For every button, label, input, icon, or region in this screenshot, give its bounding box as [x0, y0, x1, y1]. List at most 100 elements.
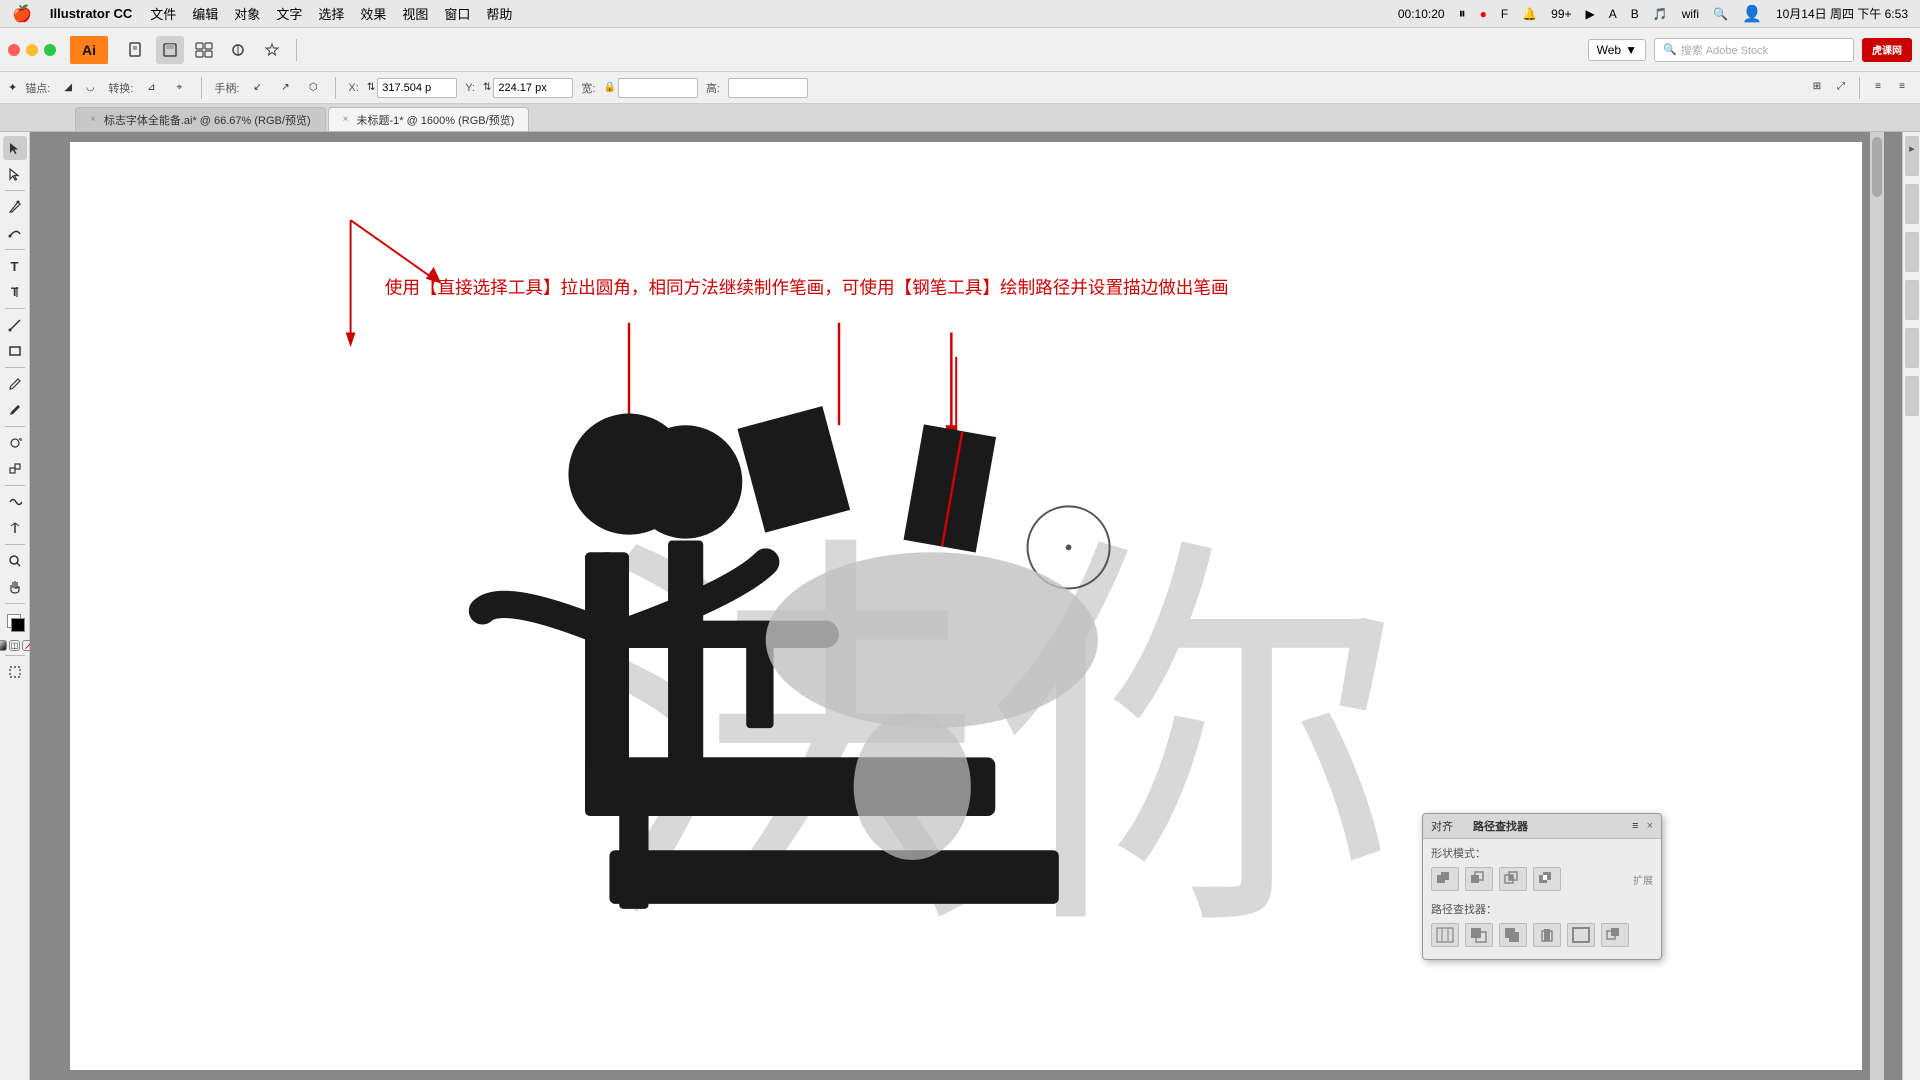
pause-icon[interactable]: ⏸ — [1459, 5, 1466, 22]
align-panel-title[interactable]: 对齐 — [1431, 818, 1453, 834]
tool-sep-5 — [5, 426, 25, 427]
curvature-tool-btn[interactable] — [3, 221, 27, 245]
right-panel-btn-4[interactable] — [1905, 280, 1919, 320]
w-input[interactable] — [618, 78, 698, 98]
canvas-area[interactable]: 使用【直接选择工具】拉出圆角，相同方法继续制作笔画，可使用【钢笔工具】绘制路径并… — [30, 132, 1902, 1080]
web-dropdown[interactable]: Web ▼ — [1588, 39, 1646, 61]
notification-icon[interactable]: 🔔 — [1522, 7, 1537, 21]
transform-btn-1[interactable]: ⊿ — [141, 78, 161, 98]
more-options-btn[interactable]: ≡ — [1892, 77, 1912, 97]
screen-icon[interactable]: F — [1501, 7, 1508, 21]
rotate-tool-btn[interactable] — [3, 431, 27, 455]
save-btn[interactable] — [156, 36, 184, 64]
crop-btn[interactable] — [1533, 923, 1561, 947]
unite-btn[interactable] — [1431, 867, 1459, 891]
minus-back-btn[interactable] — [1601, 923, 1629, 947]
y-input-wrapper: ⇅ — [483, 78, 573, 98]
transform-options-btn[interactable]: ⊞ — [1807, 77, 1827, 97]
tab-label-0: 标志字体全能备.ai* @ 66.67% (RGB/预览) — [104, 112, 311, 128]
right-panel-btn-5[interactable] — [1905, 328, 1919, 368]
apple-logo-icon[interactable]: 🍎 — [12, 4, 32, 24]
width-tool-btn[interactable] — [3, 516, 27, 540]
audio-icon[interactable]: 🎵 — [1653, 7, 1668, 21]
stroke-swatch[interactable] — [11, 618, 25, 632]
minimize-window-btn[interactable] — [26, 44, 38, 56]
tab-1[interactable]: × 未标题-1* @ 1600% (RGB/预览) — [328, 107, 530, 131]
scrollbar-thumb[interactable] — [1872, 137, 1882, 197]
svg-text:使用【直接选择工具】拉出圆角，相同方法继续制作笔画，可使用【: 使用【直接选择工具】拉出圆角，相同方法继续制作笔画，可使用【钢笔工具】绘制路径并… — [385, 277, 1229, 297]
outline-btn[interactable] — [1567, 923, 1595, 947]
menu-items: 文件 编辑 对象 文字 选择 效果 视图 窗口 帮助 — [150, 4, 512, 23]
minus-front-btn[interactable] — [1465, 867, 1493, 891]
menu-text[interactable]: 文字 — [276, 4, 302, 23]
menu-effect[interactable]: 效果 — [360, 4, 386, 23]
direct-select-tool-btn[interactable] — [3, 162, 27, 186]
right-panel-btn-2[interactable] — [1905, 184, 1919, 224]
menu-edit[interactable]: 编辑 — [192, 4, 218, 23]
search-box[interactable]: 🔍 搜索 Adobe Stock — [1654, 38, 1854, 62]
right-panel-btn-3[interactable] — [1905, 232, 1919, 272]
user-icon[interactable]: 👤 — [1742, 4, 1762, 24]
zoom-tool-btn[interactable] — [3, 549, 27, 573]
panel-menu-icon[interactable]: ≡ — [1632, 820, 1638, 832]
tool-sep-8 — [5, 603, 25, 604]
workspace-btn[interactable] — [224, 36, 252, 64]
wifi-icon[interactable]: wifi — [1682, 7, 1699, 21]
merge-btn[interactable] — [1499, 923, 1527, 947]
artboard-tool-btn[interactable] — [3, 660, 27, 684]
bluetooth-icon[interactable]: B — [1631, 7, 1639, 21]
expand-btn[interactable]: 扩展 — [1633, 872, 1653, 887]
align-options-btn[interactable]: ≡ — [1868, 77, 1888, 97]
tab-0[interactable]: × 标志字体全能备.ai* @ 66.67% (RGB/预览) — [75, 107, 326, 131]
tab-close-0[interactable]: × — [90, 114, 96, 125]
menu-help[interactable]: 帮助 — [486, 4, 512, 23]
hand-btn-2[interactable]: ↗ — [275, 78, 295, 98]
y-input[interactable] — [493, 78, 573, 98]
close-window-btn[interactable] — [8, 44, 20, 56]
pencil-tool-btn[interactable] — [3, 398, 27, 422]
hand-tool-btn[interactable] — [3, 575, 27, 599]
panel-close-btn[interactable]: × — [1647, 820, 1653, 832]
right-panel-btn-6[interactable] — [1905, 376, 1919, 416]
maximize-window-btn[interactable] — [44, 44, 56, 56]
scale-tool-btn[interactable] — [3, 457, 27, 481]
x-input[interactable] — [377, 78, 457, 98]
anchor-corner-btn[interactable]: ◢ — [58, 78, 78, 98]
play-icon[interactable]: ▶ — [1586, 7, 1595, 21]
paintbrush-tool-btn[interactable] — [3, 372, 27, 396]
menu-view[interactable]: 视图 — [402, 4, 428, 23]
menu-window[interactable]: 窗口 — [444, 4, 470, 23]
hand-btn-1[interactable]: ↙ — [247, 78, 267, 98]
new-document-btn[interactable] — [122, 36, 150, 64]
transform-btn-2[interactable]: ⌖ — [169, 78, 189, 98]
tab-close-1[interactable]: × — [343, 114, 349, 125]
exclude-btn[interactable] — [1533, 867, 1561, 891]
line-tool-btn[interactable] — [3, 313, 27, 337]
menu-select[interactable]: 选择 — [318, 4, 344, 23]
selection-tool-btn[interactable] — [3, 136, 27, 160]
vertical-type-btn[interactable]: T — [3, 280, 27, 304]
rect-tool-btn[interactable] — [3, 339, 27, 363]
warp-options-btn[interactable]: ⤢ — [1831, 77, 1851, 97]
pen-tool-btn[interactable] — [3, 195, 27, 219]
pathfinder-panel-title[interactable]: 路径查找器 — [1473, 818, 1528, 834]
h-input[interactable] — [728, 78, 808, 98]
anchor-smooth-btn[interactable]: ◡ — [80, 78, 100, 98]
color-selector[interactable] — [3, 610, 27, 634]
trim-btn[interactable] — [1465, 923, 1493, 947]
search-icon[interactable]: 🔍 — [1713, 7, 1728, 21]
right-panel-btn-1[interactable]: ▶ — [1905, 136, 1919, 176]
type-tool-btn[interactable]: T — [3, 254, 27, 278]
star-btn[interactable] — [258, 36, 286, 64]
vertical-scrollbar[interactable] — [1870, 132, 1884, 1080]
intersect-btn[interactable] — [1499, 867, 1527, 891]
arrange-btn[interactable] — [190, 36, 218, 64]
dropdown-arrow-icon: ▼ — [1625, 43, 1637, 57]
menu-object[interactable]: 对象 — [234, 4, 260, 23]
gradient-mode-btn[interactable]: ◫ — [9, 640, 20, 651]
color-mode-btn[interactable] — [0, 640, 7, 651]
caps-lock-icon[interactable]: A — [1609, 7, 1617, 21]
menu-file[interactable]: 文件 — [150, 4, 176, 23]
divide-btn[interactable] — [1431, 923, 1459, 947]
warp-tool-btn[interactable] — [3, 490, 27, 514]
